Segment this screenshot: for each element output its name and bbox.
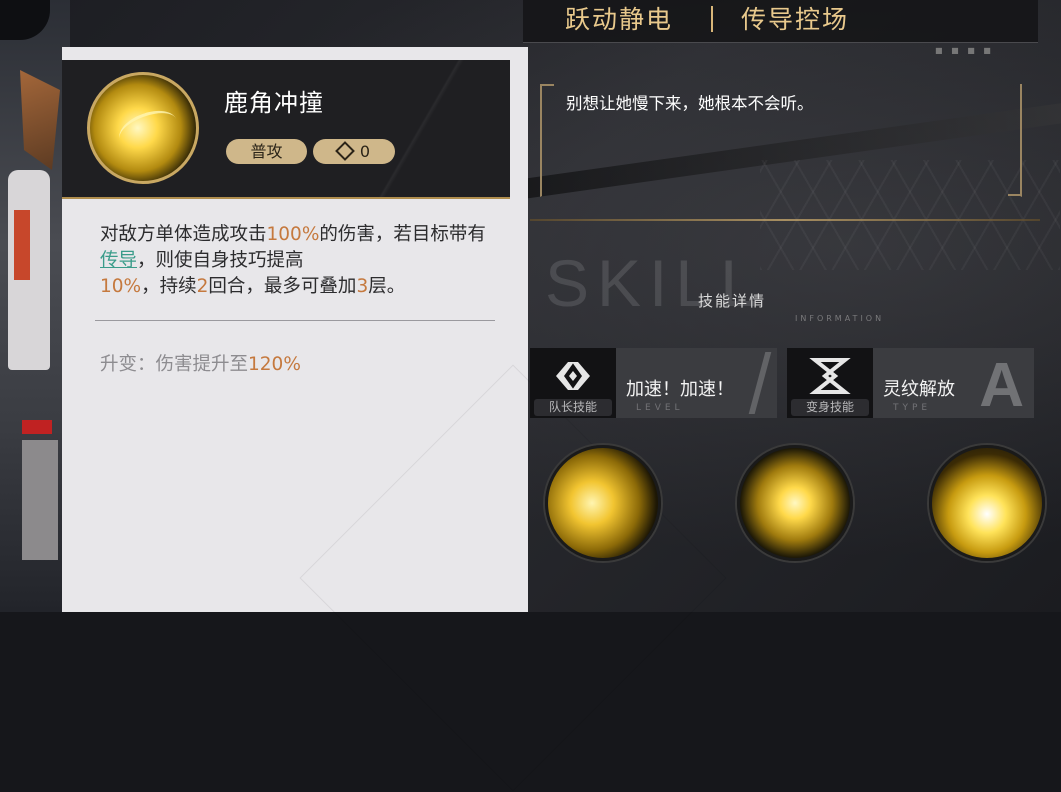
antler-charge-icon[interactable] bbox=[545, 445, 661, 561]
captain-skill-icon bbox=[556, 362, 590, 390]
captain-skill-label: 队长技能 bbox=[534, 399, 612, 416]
desc-text: 的伤害，若目标带有 bbox=[319, 224, 486, 245]
keyword-link[interactable]: 传导 bbox=[100, 250, 137, 271]
desc-value: 10% bbox=[100, 276, 142, 297]
title-separator bbox=[711, 6, 713, 32]
desc-value: 3 bbox=[356, 276, 369, 297]
transform-skill-icon bbox=[809, 358, 851, 394]
desc-text: ，持续 bbox=[141, 276, 197, 297]
desc-value: 100% bbox=[266, 224, 320, 245]
character-band bbox=[22, 420, 52, 434]
transform-skill-label: 变身技能 bbox=[791, 399, 869, 416]
skill-grade: A bbox=[979, 351, 1024, 420]
character-boot bbox=[22, 440, 58, 560]
upgrade-text: 升变：伤害提升至120% bbox=[100, 350, 301, 376]
skill-type-tag: 普攻 bbox=[226, 139, 307, 164]
desc-text: 层。 bbox=[368, 276, 406, 297]
character-patch bbox=[14, 210, 30, 280]
upgrade-value: 120% bbox=[248, 354, 301, 375]
transform-skill-icon-box: 变身技能 bbox=[787, 348, 873, 418]
skill-cost-value: 0 bbox=[359, 142, 371, 161]
transform-skill-card[interactable]: 变身技能 灵纹解放 TYPE A bbox=[787, 348, 1034, 420]
desc-text: 对敌方单体造成攻击 bbox=[100, 224, 267, 245]
antler-charge-icon bbox=[87, 72, 199, 184]
captain-skill-card[interactable]: 队长技能 加速！加速！ LEVEL bbox=[530, 348, 777, 418]
description-divider bbox=[95, 320, 495, 321]
character-wing bbox=[20, 70, 60, 170]
desc-text: ，则使自身技巧提高 bbox=[137, 250, 304, 271]
desc-text: 回合，最多可叠加 bbox=[208, 276, 357, 297]
card-slash bbox=[748, 352, 772, 414]
captain-skill-name-area: 加速！加速！ LEVEL bbox=[616, 348, 777, 418]
electric-orb-icon[interactable] bbox=[737, 445, 853, 561]
character-title-bar: 跃动静电 传导控场 bbox=[523, 0, 1038, 43]
decor-dots: ■ ■ ■ ■ bbox=[935, 46, 994, 55]
skill-section-subtitle: INFORMATION bbox=[795, 314, 885, 323]
character-quote: 别想让她慢下来，她根本不会听。 bbox=[566, 94, 814, 113]
skill-cost-tag: 0 bbox=[313, 139, 395, 164]
captain-skill-icon-box: 队长技能 bbox=[530, 348, 616, 418]
skill-header: 鹿角冲撞 普攻 0 bbox=[62, 60, 510, 199]
title-right: 传导控场 bbox=[741, 5, 850, 34]
skill-section-title: 技能详情 bbox=[698, 292, 767, 310]
skill-name: 鹿角冲撞 bbox=[224, 89, 324, 117]
gold-divider bbox=[530, 219, 1040, 221]
desc-value: 2 bbox=[196, 276, 209, 297]
icon-streak bbox=[114, 103, 182, 156]
title-left: 跃动静电 bbox=[565, 5, 674, 34]
lightning-strike-icon[interactable] bbox=[929, 445, 1045, 561]
captain-skill-name: 加速！加速！ bbox=[626, 379, 734, 400]
captain-skill-faint: LEVEL bbox=[636, 403, 684, 413]
transform-skill-name: 灵纹解放 bbox=[883, 379, 955, 400]
transform-skill-name-area: 灵纹解放 TYPE A bbox=[873, 348, 1034, 420]
transform-skill-faint: TYPE bbox=[893, 403, 932, 413]
cost-diamond-icon bbox=[335, 140, 355, 161]
upgrade-prefix: 升变：伤害提升至 bbox=[100, 354, 249, 375]
skill-description: 对敌方单体造成攻击100%的伤害，若目标带有传导，则使自身技巧提高 10%，持续2… bbox=[100, 222, 490, 300]
character-portrait bbox=[0, 0, 70, 612]
character-hat bbox=[0, 0, 50, 40]
